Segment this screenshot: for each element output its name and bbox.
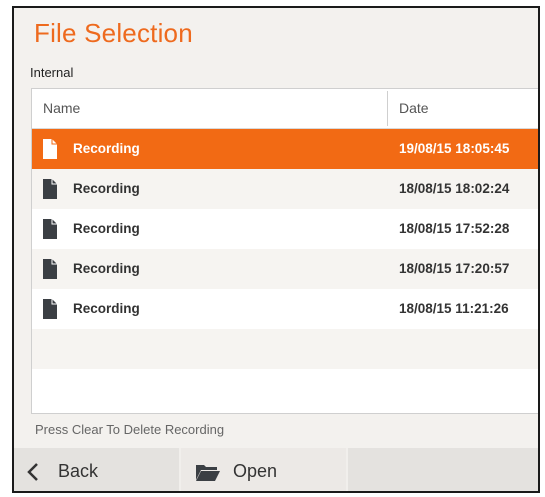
footer-separator [346,448,348,491]
file-row[interactable]: Recording 18/08/15 17:20:57 [32,249,538,289]
column-divider [387,91,388,126]
storage-location-label: Internal [30,65,74,80]
file-name: Recording [73,301,140,316]
file-selection-dialog: File Selection Internal Name Date Record… [12,6,540,493]
column-header-name[interactable]: Name [43,100,80,116]
file-row[interactable]: Recording 18/08/15 18:02:24 [32,169,538,209]
file-date: 19/08/15 18:05:45 [399,141,510,156]
open-button-label: Open [233,461,278,481]
chevron-left-icon [27,462,38,481]
open-button[interactable]: Open [181,448,346,491]
file-date: 18/08/15 17:52:28 [399,221,510,236]
folder-icon [196,464,220,481]
file-name: Recording [73,141,140,156]
document-icon [43,139,57,159]
document-icon [43,219,57,239]
file-row[interactable]: Recording 19/08/15 18:05:45 [32,129,538,169]
delete-hint: Press Clear To Delete Recording [35,422,225,437]
file-date: 18/08/15 11:21:26 [399,301,509,316]
back-button-label: Back [58,461,99,481]
file-row[interactable]: Recording 18/08/15 11:21:26 [32,289,538,329]
file-date: 18/08/15 17:20:57 [399,261,510,276]
document-icon [43,259,57,279]
file-list: Name Date Recording 19/08/15 18:05:45 Re… [31,88,538,414]
footer-toolbar: Back Open [14,448,538,491]
file-name: Recording [73,261,140,276]
empty-row [32,329,538,369]
column-header-date[interactable]: Date [399,100,429,116]
file-name: Recording [73,221,140,236]
list-header: Name Date [32,89,538,129]
document-icon [43,299,57,319]
empty-row [32,369,538,413]
dialog-title: File Selection [34,18,193,48]
file-row[interactable]: Recording 18/08/15 17:52:28 [32,209,538,249]
file-date: 18/08/15 18:02:24 [399,181,510,196]
document-icon [43,179,57,199]
back-button[interactable]: Back [14,448,179,491]
file-name: Recording [73,181,140,196]
